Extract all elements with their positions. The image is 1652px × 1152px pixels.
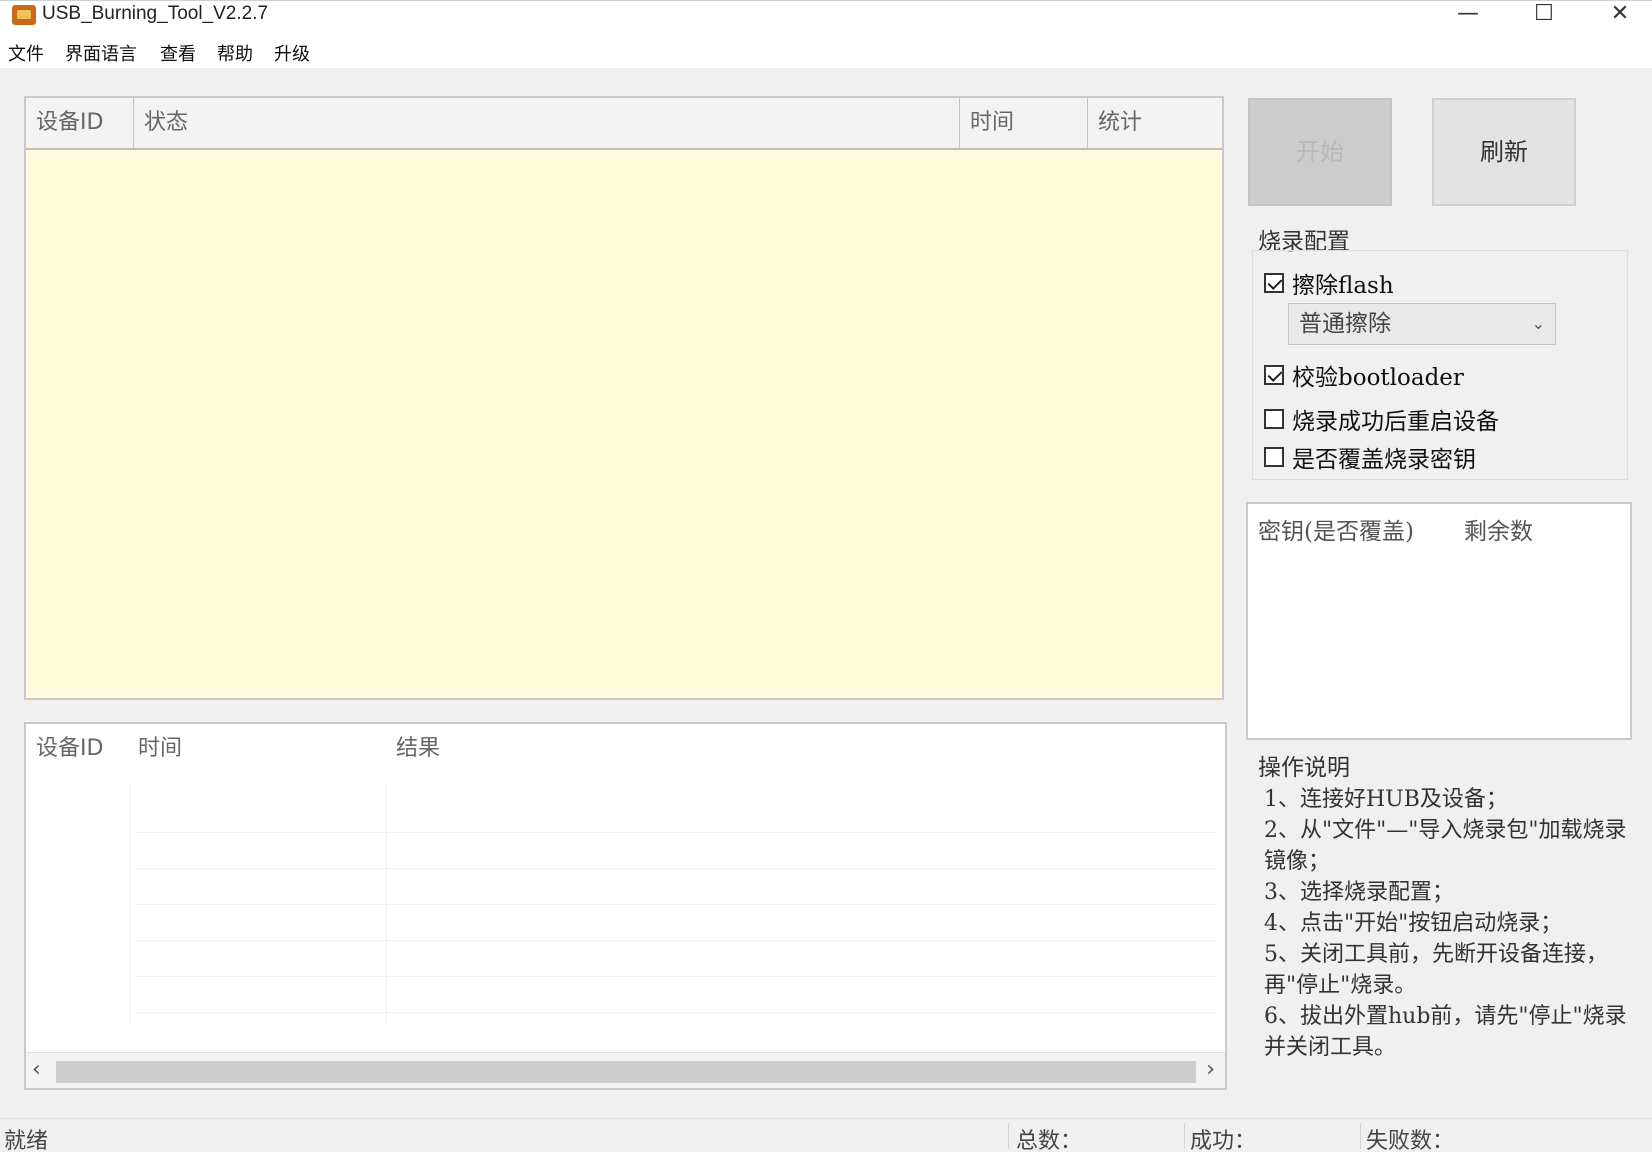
erase-mode-value: 普通擦除 <box>1299 311 1391 337</box>
maximize-button[interactable]: ☐ <box>1516 1 1572 31</box>
menu-language[interactable]: 界面语言 <box>65 40 137 66</box>
instruction-line: 4、点击"开始"按钮启动烧录； <box>1264 911 1563 936</box>
row-divider <box>136 976 1216 977</box>
title-bar: USB_Burning_Tool_V2.2.7 — ☐ ✕ <box>0 0 1652 32</box>
app-icon <box>12 5 36 25</box>
instruction-line: 1、连接好HUB及设备； <box>1264 787 1508 812</box>
row-divider <box>136 904 1216 905</box>
instruction-line: 2、从"文件"—"导入烧录包"加载烧录镜像； <box>1264 818 1627 874</box>
column-time[interactable]: 时间 <box>960 98 1088 148</box>
minimize-button[interactable]: — <box>1440 1 1496 31</box>
row-divider <box>136 1012 1216 1013</box>
overwrite-key-option[interactable]: 是否覆盖烧录密钥 <box>1264 440 1476 474</box>
chevron-down-icon: ⌄ <box>1531 314 1545 333</box>
start-button[interactable]: 开始 <box>1248 98 1392 206</box>
scroll-left-icon[interactable]: ‹ <box>32 1057 41 1082</box>
horizontal-scrollbar[interactable]: ‹ › <box>26 1052 1225 1088</box>
instructions-text: 1、连接好HUB及设备； 2、从"文件"—"导入烧录包"加载烧录镜像； 3、选择… <box>1264 784 1634 1063</box>
status-success: 成功： <box>1190 1129 1257 1152</box>
result-column-result[interactable]: 结果 <box>396 730 440 762</box>
status-divider <box>1008 1123 1009 1149</box>
device-table-header: 设备ID 状态 时间 统计 <box>26 98 1222 150</box>
instruction-line: 5、关闭工具前，先断开设备连接，再"停止"烧录。 <box>1264 942 1608 998</box>
status-total: 总数： <box>1016 1129 1083 1152</box>
verify-bootloader-label: 校验bootloader <box>1292 365 1464 391</box>
device-table[interactable]: 设备ID 状态 时间 统计 <box>24 96 1224 700</box>
menu-view[interactable]: 查看 <box>160 40 196 66</box>
column-status[interactable]: 状态 <box>134 98 960 148</box>
status-divider <box>1184 1123 1185 1149</box>
erase-flash-checkbox[interactable] <box>1264 273 1284 293</box>
status-divider <box>1360 1123 1361 1149</box>
window-title: USB_Burning_Tool_V2.2.7 <box>42 3 269 24</box>
erase-flash-option[interactable]: 擦除flash <box>1264 266 1394 300</box>
row-divider <box>136 868 1216 869</box>
result-table[interactable]: 设备ID 时间 结果 ‹ › <box>24 722 1227 1090</box>
erase-mode-select[interactable]: 普通擦除 ⌄ <box>1288 303 1556 345</box>
key-column-key[interactable]: 密钥(是否覆盖) <box>1258 512 1414 546</box>
result-column-time[interactable]: 时间 <box>138 730 182 762</box>
close-button[interactable]: ✕ <box>1592 1 1648 31</box>
menu-help[interactable]: 帮助 <box>217 40 253 66</box>
reboot-after-option[interactable]: 烧录成功后重启设备 <box>1264 402 1499 436</box>
refresh-button[interactable]: 刷新 <box>1432 98 1576 206</box>
menu-upgrade[interactable]: 升级 <box>274 40 310 66</box>
reboot-after-label: 烧录成功后重启设备 <box>1292 409 1499 435</box>
result-column-device-id[interactable]: 设备ID <box>36 730 103 762</box>
overwrite-key-label: 是否覆盖烧录密钥 <box>1292 447 1476 473</box>
instructions-title: 操作说明 <box>1258 755 1350 781</box>
status-bar: 就绪 总数： 成功： 失败数： <box>0 1118 1652 1152</box>
key-column-remaining[interactable]: 剩余数 <box>1464 512 1533 546</box>
menu-bar: 文件 界面语言 查看 帮助 升级 <box>0 32 1652 68</box>
instruction-line: 6、拔出外置hub前，请先"停止"烧录并关闭工具。 <box>1264 1004 1627 1060</box>
menu-file[interactable]: 文件 <box>8 40 44 66</box>
scroll-right-icon[interactable]: › <box>1206 1057 1215 1082</box>
verify-bootloader-option[interactable]: 校验bootloader <box>1264 358 1464 392</box>
status-fail: 失败数： <box>1366 1129 1455 1152</box>
status-ready: 就绪 <box>4 1129 49 1152</box>
column-stats[interactable]: 统计 <box>1088 98 1222 148</box>
instruction-line: 3、选择烧录配置； <box>1264 880 1454 905</box>
row-divider <box>136 832 1216 833</box>
scrollbar-thumb[interactable] <box>56 1061 1196 1083</box>
verify-bootloader-checkbox[interactable] <box>1264 365 1284 385</box>
overwrite-key-checkbox[interactable] <box>1264 447 1284 467</box>
column-divider <box>130 784 131 1024</box>
key-table[interactable]: 密钥(是否覆盖) 剩余数 <box>1246 502 1632 740</box>
reboot-after-checkbox[interactable] <box>1264 409 1284 429</box>
erase-flash-label: 擦除flash <box>1292 273 1394 299</box>
row-divider <box>136 940 1216 941</box>
column-device-id[interactable]: 设备ID <box>26 98 134 148</box>
